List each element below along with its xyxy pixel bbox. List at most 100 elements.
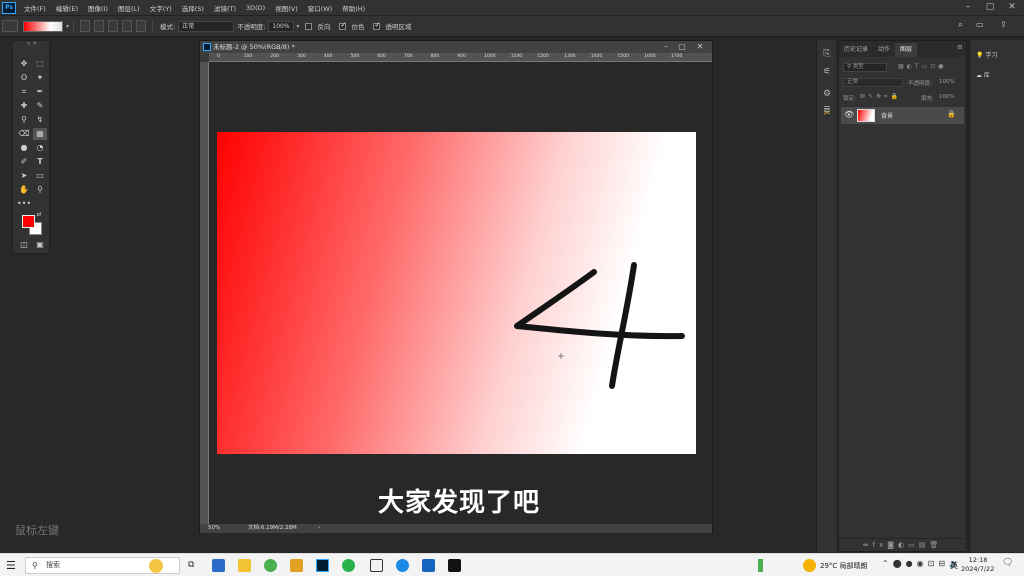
tab-actions[interactable]: 动作 <box>873 43 895 57</box>
diamond-gradient-icon[interactable] <box>136 20 147 32</box>
calculator-app-icon[interactable] <box>212 559 225 572</box>
swap-colors-icon[interactable]: ⇄ <box>35 211 43 219</box>
tab-history[interactable]: 历史记录 <box>839 43 873 57</box>
layer-kind-filter[interactable]: ⚲ 类型 <box>843 63 887 72</box>
dither-checkbox[interactable] <box>339 21 347 30</box>
path-select-tool-icon[interactable]: ➤ <box>17 170 31 182</box>
maximize-icon[interactable]: ▢ <box>980 0 1000 15</box>
minimize-icon[interactable]: – <box>958 0 978 15</box>
foreground-color-swatch[interactable] <box>22 215 35 228</box>
weather-icon[interactable] <box>803 559 816 572</box>
lock-icons[interactable]: ⊠✎✥⌗🔒 <box>860 93 901 101</box>
fill-value[interactable]: 100% <box>939 94 955 100</box>
pasteboard[interactable]: 4 大家发现了吧 <box>209 62 712 524</box>
file-explorer-icon[interactable] <box>238 559 251 572</box>
ime-indicator[interactable]: 英 <box>950 560 958 571</box>
video-app-icon[interactable] <box>370 559 383 572</box>
learn-row[interactable]: 💡 学习 <box>976 50 997 59</box>
photoshop-taskbar-icon[interactable] <box>316 559 329 572</box>
move-tool-icon[interactable]: ✥ <box>17 58 31 70</box>
gradient-swatch[interactable] <box>23 20 63 32</box>
wechat-app-icon[interactable] <box>342 559 355 572</box>
screen-mode-icon[interactable]: ▣ <box>33 239 47 251</box>
document-tab[interactable]: 未标题-2 @ 50%(RGB/8) * – ▢ ✕ <box>200 41 712 53</box>
image-canvas[interactable]: 4 <box>217 132 696 454</box>
menu-view[interactable]: 视图(V) <box>270 3 303 13</box>
reflected-gradient-icon[interactable] <box>122 20 133 32</box>
collapse-toolbox-icon[interactable]: » ✕ <box>15 41 49 47</box>
menu-filter[interactable]: 滤镜(T) <box>209 3 241 13</box>
linear-gradient-icon[interactable] <box>80 20 91 32</box>
history-panel-icon[interactable]: ⎘ <box>821 48 833 60</box>
transparency-checkbox[interactable] <box>373 21 381 30</box>
hand-tool-icon[interactable]: ✋ <box>17 184 31 196</box>
dodge-tool-icon[interactable]: ◔ <box>33 142 47 154</box>
clock-date[interactable]: 2024/7/22 <box>961 565 994 573</box>
doc-restore-icon[interactable]: ▢ <box>674 41 690 53</box>
layer-name[interactable]: 背景 <box>881 111 893 120</box>
clock-time[interactable]: 12:18 <box>966 556 990 564</box>
menu-window[interactable]: 窗口(W) <box>303 3 338 13</box>
gradient-tool-icon[interactable]: ▦ <box>33 128 47 140</box>
menu-image[interactable]: 图像(I) <box>83 3 113 13</box>
zoom-level[interactable]: 50% <box>208 524 220 533</box>
magic-wand-tool-icon[interactable]: ✦ <box>33 72 47 84</box>
type-tool-icon[interactable]: T <box>33 156 47 168</box>
radial-gradient-icon[interactable] <box>94 20 105 32</box>
notification-icon[interactable]: 🗨 <box>1002 558 1013 568</box>
adjustments-icon[interactable]: ⚟ <box>821 66 833 78</box>
doc-minimize-icon[interactable]: – <box>658 41 674 53</box>
weather-text[interactable]: 29°C 局部晴朗 <box>820 561 868 571</box>
search-icon[interactable]: ⌕ <box>958 20 963 30</box>
reverse-checkbox[interactable] <box>305 22 313 30</box>
taskbar-search-input[interactable]: ⚲ 搜索 <box>25 557 180 574</box>
lasso-tool-icon[interactable]: ʘ <box>17 72 31 84</box>
share-icon[interactable]: ⇪ <box>1000 20 1007 29</box>
folder-app-icon[interactable] <box>290 559 303 572</box>
layer-row-background[interactable]: 👁 背景 🔒 <box>841 107 964 124</box>
battery-icon[interactable] <box>758 559 763 572</box>
chrome-app-icon[interactable] <box>264 559 277 572</box>
menu-select[interactable]: 选择(S) <box>177 3 209 13</box>
mode-select[interactable]: 正常 <box>178 20 235 32</box>
libraries-row[interactable]: ☁ 库 <box>976 70 990 79</box>
zoom-tool-icon[interactable]: ⚲ <box>33 184 47 196</box>
capcut-app-icon[interactable] <box>448 559 461 572</box>
eyedropper-tool-icon[interactable]: ✒ <box>33 86 47 98</box>
close-icon[interactable]: ✕ <box>1002 0 1022 15</box>
edge-app-icon[interactable] <box>396 559 409 572</box>
pen-tool-icon[interactable]: ✐ <box>17 156 31 168</box>
angle-gradient-icon[interactable] <box>108 20 119 32</box>
healing-tool-icon[interactable]: ✚ <box>17 100 31 112</box>
blend-mode-select[interactable]: 正常 <box>843 78 903 87</box>
tools-panel-icon[interactable]: ✂ <box>821 108 833 120</box>
workspace-icon[interactable]: ▭ <box>976 20 984 29</box>
chevron-down-icon[interactable]: ▾ <box>296 23 299 30</box>
layer-opacity-value[interactable]: 100% <box>939 79 955 85</box>
gradient-tool-preset-icon[interactable] <box>2 20 18 32</box>
tab-layers[interactable]: 图层 <box>895 43 918 57</box>
properties-icon[interactable]: ⚙ <box>821 88 833 100</box>
more-tools-icon[interactable]: ••• <box>17 198 31 210</box>
quick-mask-icon[interactable]: ◫ <box>17 239 31 251</box>
menu-layer[interactable]: 图层(L) <box>113 3 145 13</box>
eraser-tool-icon[interactable]: ⌫ <box>17 128 31 140</box>
menu-type[interactable]: 文字(Y) <box>145 3 177 13</box>
history-brush-tool-icon[interactable]: ↯ <box>33 114 47 126</box>
status-chevron-icon[interactable]: › <box>318 524 320 533</box>
marquee-tool-icon[interactable]: ⬚ <box>33 58 47 70</box>
doc-close-icon[interactable]: ✕ <box>692 41 708 53</box>
blur-tool-icon[interactable]: ● <box>17 142 31 154</box>
menu-help[interactable]: 帮助(H) <box>337 3 370 13</box>
start-menu-icon[interactable]: ☰ <box>6 559 19 572</box>
chevron-down-icon[interactable]: ▾ <box>66 23 69 30</box>
brush-tool-icon[interactable]: ✎ <box>33 100 47 112</box>
filter-type-icons[interactable]: ▦◐T▭⊡● <box>898 63 947 70</box>
shape-tool-icon[interactable]: ▭ <box>33 170 47 182</box>
crop-tool-icon[interactable]: ⌗ <box>17 86 31 98</box>
panel-menu-icon[interactable]: ≡ <box>957 43 963 51</box>
task-view-icon[interactable]: ⧉ <box>188 559 201 572</box>
menu-file[interactable]: 文件(F) <box>19 3 51 13</box>
layers-footer-icons[interactable]: ⇔fx◙◐▭▤🗑 <box>839 538 966 551</box>
menu-edit[interactable]: 编辑(E) <box>51 3 83 13</box>
